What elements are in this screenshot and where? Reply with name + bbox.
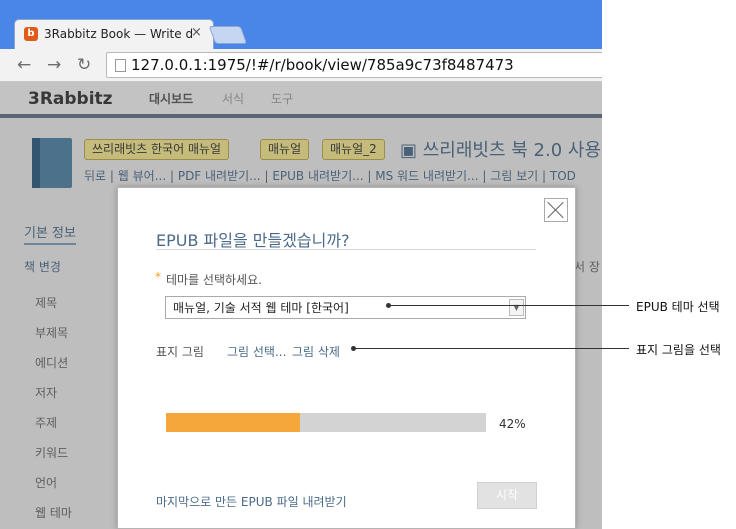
chevron-down-icon[interactable]: ▼ xyxy=(509,299,524,316)
cover-label: 표지 그림 xyxy=(156,345,204,359)
theme-select-value: 매뉴얼, 기술 서적 웹 테마 [한국어] xyxy=(173,301,349,315)
theme-label: 테마를 선택하세요. xyxy=(166,273,262,287)
progress-percent: 42% xyxy=(499,417,526,431)
start-button[interactable]: 시작 xyxy=(477,482,537,509)
new-tab-button[interactable] xyxy=(208,26,248,44)
browser-tab-strip: b 3Rabbitz Book — Write d × xyxy=(0,0,602,50)
favicon-icon: b xyxy=(24,27,38,41)
callout-cover: 표지 그림을 선택 xyxy=(636,343,721,357)
page-icon xyxy=(115,59,126,72)
callout-line-theme xyxy=(389,305,629,306)
url-text: 127.0.0.1:1975/!#/r/book/view/785a9c73f8… xyxy=(131,56,514,74)
callout-line-cover xyxy=(354,348,629,349)
back-icon[interactable]: ← xyxy=(17,55,31,75)
choose-cover-link[interactable]: 그림 선택... xyxy=(227,343,286,360)
close-tab-icon[interactable]: × xyxy=(191,25,202,40)
browser-tab[interactable]: b 3Rabbitz Book — Write d × xyxy=(14,19,214,50)
reload-icon[interactable]: ↻ xyxy=(77,55,91,75)
callout-theme: EPUB 테마 선택 xyxy=(636,300,720,314)
browser-window: b 3Rabbitz Book — Write d × ← → ↻ 127.0.… xyxy=(0,0,602,529)
forward-icon[interactable]: → xyxy=(47,55,61,75)
progress-fill xyxy=(166,413,301,432)
epub-dialog: EPUB 파일을 만들겠습니까? * 테마를 선택하세요. 매뉴얼, 기술 서적… xyxy=(117,187,576,529)
theme-select[interactable]: 매뉴얼, 기술 서적 웹 테마 [한국어] ▼ xyxy=(165,296,526,319)
delete-cover-link[interactable]: 그림 삭제 xyxy=(292,343,340,360)
title-divider xyxy=(156,249,536,250)
dialog-title: EPUB 파일을 만들겠습니까? xyxy=(156,231,350,250)
required-mark: * xyxy=(155,270,161,284)
progress-bar xyxy=(166,413,486,432)
browser-toolbar: ← → ↻ 127.0.0.1:1975/!#/r/book/view/785a… xyxy=(0,49,602,82)
close-icon[interactable] xyxy=(544,198,568,222)
tab-title: 3Rabbitz Book — Write d xyxy=(44,27,194,41)
last-epub-download-link[interactable]: 마지막으로 만든 EPUB 파일 내려받기 xyxy=(156,493,347,510)
address-bar[interactable]: 127.0.0.1:1975/!#/r/book/view/785a9c73f8… xyxy=(106,52,602,78)
